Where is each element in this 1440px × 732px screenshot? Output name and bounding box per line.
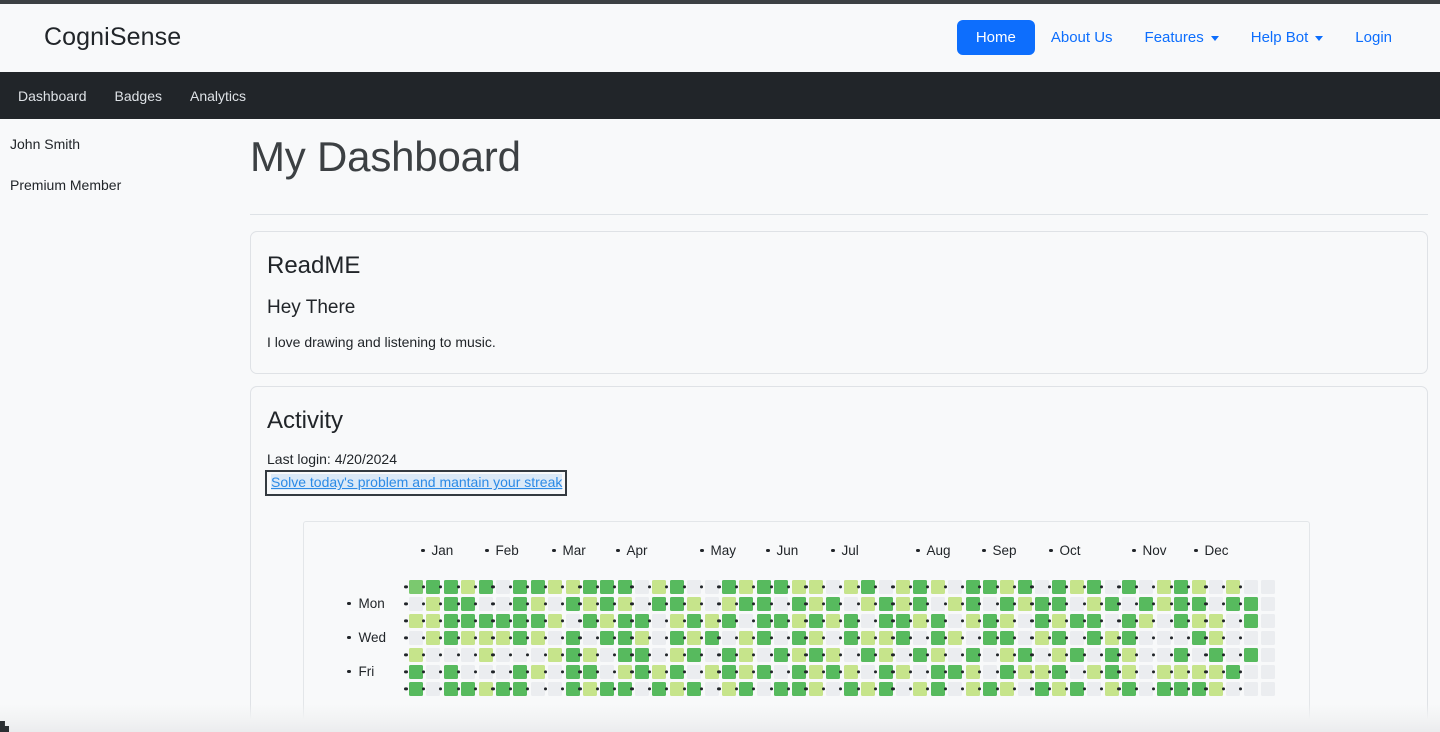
heatmap-cell[interactable]	[1243, 630, 1258, 645]
readme-card-subtitle: Hey There	[267, 296, 356, 318]
nav-link-label: Home	[975, 29, 1016, 46]
heatmap-month-label-oct: Oct	[1049, 543, 1081, 558]
primary-nav: Home About Us Features Help Bot Login	[956, 20, 1408, 55]
cursor-corner-artifact	[0, 721, 9, 732]
subnav-item-badges[interactable]: Badges	[105, 82, 172, 110]
page-title: My Dashboard	[250, 133, 521, 180]
last-login-text: Last login: 4/20/2024	[267, 451, 397, 468]
heatmap-month-label-jun: Jun	[766, 543, 799, 558]
heatmap-cell[interactable]	[1261, 664, 1276, 679]
chevron-down-icon	[1210, 36, 1219, 41]
browser-viewport: CogniSense Home About Us Features Help Bot L…	[0, 0, 1440, 732]
heatmap-month-label-feb: Feb	[485, 543, 519, 558]
heatmap-month-label-sep: Sep	[982, 543, 1017, 558]
heatmap-row	[409, 578, 1299, 595]
heatmap-row	[409, 612, 1299, 629]
heatmap-month-label-mar: Mar	[552, 543, 586, 558]
heatmap-cell[interactable]	[1243, 647, 1258, 662]
nav-link-label: Help Bot	[1250, 29, 1309, 46]
title-divider	[250, 214, 1428, 216]
nav-link-features[interactable]: Features	[1129, 21, 1235, 54]
heatmap-row	[409, 595, 1299, 612]
heatmap-month-label-jan: Jan	[421, 543, 454, 558]
heatmap-cell[interactable]	[1243, 596, 1258, 611]
heatmap-grid: Mon Wed Fri	[304, 578, 1299, 697]
readme-card-body: I love drawing and listening to music.	[267, 334, 496, 351]
nav-link-label: About Us	[1050, 29, 1113, 46]
nav-link-about-us[interactable]: About Us	[1035, 21, 1129, 54]
secondary-navbar: Dashboard Badges Analytics	[0, 72, 1440, 119]
heatmap-cell[interactable]	[1261, 596, 1276, 611]
heatmap-month-label-apr: Apr	[616, 543, 648, 558]
heatmap-cell[interactable]	[1261, 613, 1276, 628]
nav-link-label: Features	[1144, 29, 1204, 46]
subnav-item-analytics[interactable]: Analytics	[180, 82, 256, 110]
activity-heatmap: Jan Feb Mar Apr May Jun Jul Aug Sep Oct Nov Dec Mon…	[303, 521, 1310, 732]
page-root: CogniSense Home About Us Features Help Bot L…	[0, 4, 1440, 732]
heatmap-cell[interactable]	[1261, 579, 1276, 594]
body-layout: John Smith Premium Member My Dashboard R…	[0, 119, 1440, 732]
heatmap-cell[interactable]	[1261, 681, 1276, 696]
heatmap-row	[409, 680, 1299, 697]
heatmap-month-label-nov: Nov	[1132, 543, 1167, 558]
heatmap-month-label-dec: Dec	[1194, 543, 1229, 558]
heatmap-row	[409, 663, 1299, 680]
heatmap-row	[409, 646, 1299, 663]
sidebar: John Smith Premium Member	[0, 119, 250, 704]
streak-link-focus-ring: Solve today's problem and mantain your s…	[264, 470, 568, 497]
readme-card: ReadME Hey There I love drawing and list…	[250, 231, 1428, 374]
heatmap-cell[interactable]	[1243, 613, 1258, 628]
heatmap-cell[interactable]	[1261, 630, 1276, 645]
heatmap-cell[interactable]	[1243, 664, 1258, 679]
nav-link-login[interactable]: Login	[1339, 21, 1408, 54]
nav-link-home[interactable]: Home	[956, 20, 1035, 55]
solve-problem-streak-link[interactable]: Solve today's problem and mantain your s…	[271, 474, 563, 491]
heatmap-cell[interactable]	[1261, 647, 1276, 662]
heatmap-month-label-aug: Aug	[916, 543, 951, 558]
sidebar-user-name: John Smith	[10, 136, 81, 152]
heatmap-weekday-label-mon: Mon	[347, 596, 385, 611]
readme-card-title: ReadME	[267, 252, 361, 280]
heatmap-cell[interactable]	[1243, 681, 1258, 696]
top-navbar: CogniSense Home About Us Features Help Bot L…	[0, 4, 1440, 72]
heatmap-weekday-label-fri: Fri	[347, 664, 375, 679]
heatmap-weekday-label-wed: Wed	[347, 630, 387, 645]
heatmap-row	[409, 629, 1299, 646]
activity-card: Activity Last login: 4/20/2024 Solve tod…	[250, 385, 1428, 732]
heatmap-cell[interactable]	[1243, 579, 1258, 594]
heatmap-month-label-may: May	[700, 543, 737, 558]
main-content: My Dashboard ReadME Hey There I love dra…	[250, 119, 1440, 732]
brand-logo[interactable]: CogniSense	[44, 23, 181, 52]
heatmap-month-label-jul: Jul	[831, 543, 859, 558]
nav-link-help-bot[interactable]: Help Bot	[1235, 21, 1340, 54]
subnav-item-dashboard[interactable]: Dashboard	[8, 82, 97, 110]
nav-link-label: Login	[1355, 29, 1392, 46]
sidebar-membership-label: Premium Member	[10, 177, 122, 194]
chevron-down-icon	[1315, 36, 1324, 41]
activity-card-title: Activity	[267, 406, 344, 434]
